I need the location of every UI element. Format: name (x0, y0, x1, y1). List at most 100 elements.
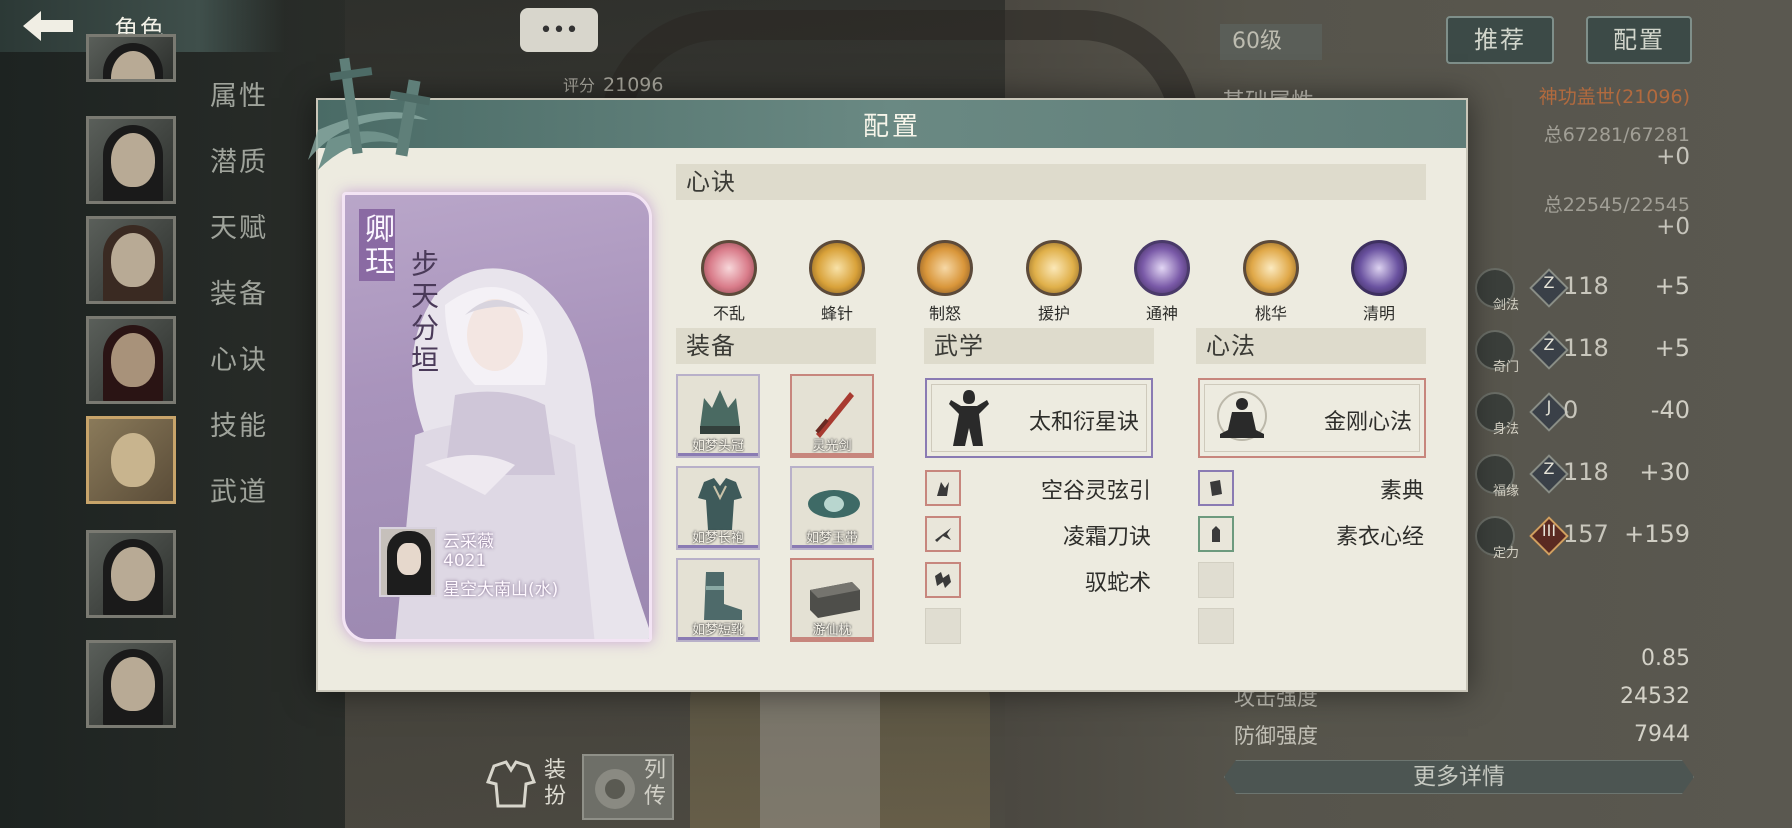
robed-figure-icon (1212, 526, 1220, 542)
equipment-name: 游仙枕 (812, 623, 852, 638)
equipment-slot[interactable]: 如梦头冠 (676, 374, 760, 458)
chat-button[interactable]: ••• (520, 8, 598, 52)
equipment-name: 如梦玉带 (805, 531, 858, 546)
xinjue-item: 援护 (1014, 240, 1094, 323)
xinjue-label: 通神 (1145, 304, 1178, 323)
stat-value: 0 (1563, 396, 1579, 424)
xinjue-item: 清明 (1339, 240, 1419, 323)
stat-row: 剑法 Z 118 +5 (1475, 268, 1690, 313)
wuxue-header: 武学 (924, 328, 1154, 364)
owner-server: 星空大南山(水) (443, 580, 559, 600)
pillow-icon (810, 582, 860, 618)
extra-stat-value: 0.85 (1641, 646, 1690, 671)
owner-name: 云采薇 (443, 532, 494, 552)
owner-info: 云采薇 4021 星空大南山(水) (379, 527, 639, 607)
wuxue-sub-skill[interactable]: 空谷灵弦引 (925, 470, 1151, 506)
hp-bonus: +0 (1656, 144, 1690, 170)
sword-icon (815, 392, 854, 438)
recommend-button[interactable]: 推荐 (1446, 16, 1554, 64)
owner-id: 4021 (443, 551, 487, 571)
xinfa-sub-skill[interactable]: 素衣心经 (1198, 516, 1424, 552)
boots-icon (704, 572, 742, 620)
xinfa-sub-skill[interactable]: 素典 (1198, 470, 1424, 506)
dress-up-button[interactable]: 装扮 (484, 758, 570, 818)
more-dots-icon: ••• (539, 17, 579, 43)
level-badge: 60级 (1220, 24, 1322, 60)
xinfa-main-skill[interactable]: 金刚心法 (1198, 378, 1426, 458)
fengzhen-icon[interactable] (809, 240, 865, 296)
modal-title: 配置 (862, 112, 921, 142)
meditating-figure-icon (1217, 391, 1267, 441)
robe-icon (486, 760, 536, 808)
menu-item-attributes[interactable]: 属性 (210, 74, 280, 113)
back-arrow-icon (23, 11, 73, 41)
back-button[interactable] (12, 2, 84, 50)
zhinu-icon[interactable] (917, 240, 973, 296)
character-thumb[interactable] (86, 116, 176, 204)
tier-label: Z (1543, 335, 1555, 354)
equipment-slot[interactable]: 游仙枕 (790, 558, 874, 642)
character-thumb[interactable] (86, 316, 176, 404)
avatar[interactable] (379, 527, 437, 597)
empty-skill-slot[interactable] (1198, 562, 1234, 598)
defense-label: 防御强度 (1234, 724, 1318, 748)
character-thumb-selected[interactable] (86, 416, 176, 504)
wuxue-main-skill[interactable]: 太和衍星诀 (925, 378, 1153, 458)
stat-row: 身法 J 0 -40 (1475, 392, 1690, 437)
equipment-name: 如梦长袍 (691, 531, 744, 546)
wuxue-sub-name: 驭蛇术 (1084, 571, 1151, 596)
equipment-slot[interactable]: 灵光剑 (790, 374, 874, 458)
xinjue-label: 援护 (1037, 304, 1070, 323)
total-hp: 总67281/67281 (1543, 124, 1690, 146)
character-thumb[interactable] (86, 34, 176, 82)
stat-delta: -40 (1650, 396, 1690, 424)
sword-ornament-icon (308, 57, 431, 170)
equipment-slot[interactable]: 如梦长袍 (676, 466, 760, 550)
blade-figure-icon (935, 528, 951, 542)
wuxue-sub-skill[interactable]: 凌霜刀诀 (925, 516, 1151, 552)
taohua-icon[interactable] (1243, 240, 1299, 296)
tier-label: J (1546, 397, 1552, 416)
empty-skill-slot[interactable] (1198, 608, 1234, 644)
buluan-icon[interactable] (701, 240, 757, 296)
stat-skill-label: 福缘 (1493, 484, 1520, 499)
wuxue-main-name: 太和衍星诀 (1028, 410, 1139, 435)
wuxue-sub-skill[interactable]: 驭蛇术 (925, 562, 1151, 598)
character-thumb[interactable] (86, 640, 176, 728)
config-button[interactable]: 配置 (1586, 16, 1692, 64)
stat-value: 118 (1563, 272, 1609, 300)
menu-item-equipment[interactable]: 装备 (210, 272, 280, 311)
martial-figure-icon (949, 390, 989, 446)
menu-item-xinjue[interactable]: 心诀 (210, 338, 280, 377)
score-label: 评分 (563, 76, 596, 95)
stat-delta: +159 (1624, 520, 1690, 548)
divine-skill-label: 神功盖世(21096) (1538, 86, 1690, 108)
menu-item-wudao[interactable]: 武道 (210, 470, 280, 509)
xinjue-item: 不乱 (689, 240, 769, 323)
equipment-name: 如梦短靴 (691, 623, 744, 638)
character-thumb[interactable] (86, 216, 176, 304)
stat-value: 118 (1563, 458, 1609, 486)
equipment-name: 灵光剑 (812, 439, 852, 454)
menu-item-potential[interactable]: 潜质 (210, 140, 280, 179)
stat-row: 定力 III 157 +159 (1475, 516, 1690, 561)
xinjue-label: 清明 (1362, 304, 1395, 323)
character-title: 步天分垣 (407, 249, 440, 377)
xinjue-label: 蜂针 (820, 304, 853, 323)
qingming-icon[interactable] (1351, 240, 1407, 296)
wuxue-sub-name: 空谷灵弦引 (1040, 479, 1151, 504)
empty-skill-slot[interactable] (925, 608, 961, 644)
more-details-button[interactable]: 更多详情 (1224, 760, 1694, 794)
equipment-slot[interactable]: 如梦短靴 (676, 558, 760, 642)
character-thumb[interactable] (86, 530, 176, 618)
menu-item-skills[interactable]: 技能 (210, 404, 280, 443)
stat-delta: +5 (1654, 334, 1690, 362)
yuanhu-icon[interactable] (1026, 240, 1082, 296)
menu-item-talent[interactable]: 天赋 (210, 206, 280, 245)
stat-row: 福缘 Z 118 +30 (1475, 454, 1690, 499)
stat-value: 157 (1563, 520, 1609, 548)
bow-figure-icon (937, 482, 949, 496)
equipment-slot[interactable]: 如梦玉带 (790, 466, 874, 550)
biography-button[interactable]: 列传 (582, 754, 674, 820)
tongshen-icon[interactable] (1134, 240, 1190, 296)
